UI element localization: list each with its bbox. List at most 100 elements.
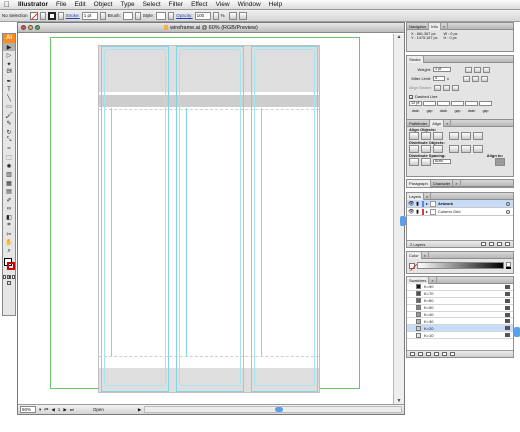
free-transform-tool-icon[interactable]: ⬚ <box>3 154 15 162</box>
delete-swatch-icon[interactable] <box>450 352 455 356</box>
horizontal-scrollbar[interactable] <box>144 406 402 413</box>
color-ramp[interactable] <box>417 262 504 269</box>
magic-wand-tool-icon[interactable]: ✦ <box>3 60 15 68</box>
gap-field-2[interactable] <box>451 101 464 106</box>
brush-field[interactable] <box>122 11 133 20</box>
swatch-row[interactable]: K=10 <box>407 332 513 340</box>
tab-info[interactable]: Info <box>429 22 441 30</box>
scale-tool-icon[interactable]: ⤡ <box>3 137 15 145</box>
scissors-tool-icon[interactable]: ✂ <box>3 230 15 238</box>
weight-field[interactable]: 1 pt <box>433 67 451 72</box>
info-panel-close-icon[interactable]: × <box>441 22 449 30</box>
gap-field-3[interactable] <box>479 101 492 106</box>
stroke-weight-field[interactable]: 1 pt <box>81 11 98 20</box>
type-tool-icon[interactable]: T <box>3 86 15 94</box>
document-setup-icon[interactable] <box>238 11 247 20</box>
eyedropper-tool-icon[interactable]: ✐ <box>3 196 15 204</box>
show-swatch-kinds-icon[interactable] <box>418 352 423 356</box>
style-dropdown[interactable] <box>168 11 175 20</box>
live-paint-tool-icon[interactable]: ◧ <box>3 213 15 221</box>
screen-mode-icon[interactable] <box>7 281 11 285</box>
spacing-field[interactable]: Auto <box>433 159 451 164</box>
color-panel-close-icon[interactable]: × <box>422 251 429 259</box>
last-page-icon[interactable]: ⏭ <box>70 407 74 412</box>
gradient-tool-icon[interactable]: ▤ <box>3 188 15 196</box>
layers-panel-close-icon[interactable]: × <box>424 192 432 200</box>
swatch-row[interactable]: K=20 <box>407 325 513 333</box>
dash-field-2[interactable] <box>437 101 450 106</box>
swatch-row[interactable]: K=40 <box>407 311 513 319</box>
tab-pathfinder[interactable]: Pathfinder <box>407 119 431 127</box>
symbol-sprayer-tool-icon[interactable]: ✺ <box>3 162 15 170</box>
rotate-tool-icon[interactable]: ↻ <box>3 128 15 136</box>
lock-toggle-icon[interactable]: ▮ <box>415 209 420 215</box>
tab-paragraph[interactable]: Paragraph <box>407 179 431 187</box>
line-tool-icon[interactable]: ╲ <box>3 94 15 102</box>
selection-tool-icon[interactable]: ▶ <box>3 43 15 51</box>
paintbrush-tool-icon[interactable]: 🖌 <box>3 111 15 119</box>
tab-align[interactable]: Align <box>430 119 445 127</box>
direct-selection-tool-icon[interactable]: ▷ <box>3 52 15 60</box>
swatch-row[interactable]: K=70 <box>407 290 513 298</box>
apple-menu-icon[interactable]:  <box>0 0 14 10</box>
fill-swatch[interactable] <box>29 11 38 20</box>
align-right-button[interactable] <box>433 131 443 140</box>
visibility-eye-icon[interactable]: 👁 <box>408 201 414 207</box>
menu-effect[interactable]: Effect <box>187 0 212 10</box>
layer-row[interactable]: 👁 ▮ ▸ Column Grid <box>407 208 513 216</box>
align-bottom-button[interactable] <box>473 131 483 140</box>
canvas[interactable] <box>18 34 394 405</box>
dist-right-button[interactable] <box>473 144 483 153</box>
expand-triangle-icon[interactable]: ▸ <box>426 209 428 214</box>
dist-bottom-button[interactable] <box>433 144 443 153</box>
align-hcenter-button[interactable] <box>421 131 431 140</box>
warp-tool-icon[interactable]: ≈ <box>3 145 15 153</box>
document-titlebar[interactable]: wireframe.ai @ 60% (RGB/Preview) <box>18 23 404 33</box>
new-layer-icon[interactable] <box>497 242 502 246</box>
pencil-tool-icon[interactable]: ✎ <box>3 120 15 128</box>
align-vcenter-button[interactable] <box>461 131 471 140</box>
tab-character[interactable]: Character <box>431 179 454 187</box>
zoom-dropdown-icon[interactable]: ▾ <box>39 407 41 413</box>
dock-collapse-handle[interactable] <box>514 327 520 337</box>
recolor-icon[interactable] <box>228 11 237 20</box>
column-graph-tool-icon[interactable]: ▥ <box>3 171 15 179</box>
fill-dropdown[interactable] <box>39 11 46 20</box>
align-top-button[interactable] <box>449 131 459 140</box>
make-clipping-mask-icon[interactable] <box>481 242 486 246</box>
swatches-panel-close-icon[interactable]: × <box>429 276 437 284</box>
layer-name[interactable]: Artwork <box>438 201 453 206</box>
pen-tool-icon[interactable]: ✒ <box>3 77 15 85</box>
stroke-link[interactable]: Stroke: <box>66 13 80 18</box>
paragraph-panel-close-icon[interactable]: × <box>453 179 461 187</box>
page-number[interactable]: 1 <box>58 407 61 412</box>
tab-layers[interactable]: Layers <box>407 192 425 200</box>
menu-filter[interactable]: Filter <box>165 0 187 10</box>
gradient-mode-icon[interactable] <box>7 275 11 279</box>
hand-tool-icon[interactable]: ✋ <box>3 239 15 247</box>
opacity-field[interactable]: 100 <box>194 11 211 20</box>
dist-hspace-button[interactable] <box>421 157 431 166</box>
dist-left-button[interactable] <box>449 144 459 153</box>
zoom-field[interactable]: 60% <box>20 406 36 413</box>
align-panel-close-icon[interactable]: × <box>444 119 452 127</box>
layer-row[interactable]: 👁 ▮ ▸ Artwork <box>407 200 513 208</box>
cap-butt-button[interactable] <box>465 66 472 73</box>
dist-vcenter-button[interactable] <box>421 144 431 153</box>
align-outside-button[interactable] <box>451 84 459 91</box>
menu-view[interactable]: View <box>212 0 234 10</box>
dist-hcenter-button[interactable] <box>461 144 471 153</box>
miter-field[interactable]: 4 <box>433 76 445 81</box>
scroll-up-icon[interactable]: ▲ <box>395 34 403 41</box>
tab-navigator[interactable]: Navigator <box>407 22 430 30</box>
none-swatch-icon[interactable] <box>409 262 415 269</box>
layer-name[interactable]: Column Grid <box>438 209 460 214</box>
layer-target-icon[interactable] <box>506 201 510 206</box>
gap-field-1[interactable] <box>423 101 436 106</box>
delete-layer-icon[interactable] <box>505 242 510 246</box>
align-center-button[interactable] <box>433 84 441 91</box>
join-miter-button[interactable] <box>463 75 470 82</box>
none-mode-icon[interactable] <box>11 275 15 279</box>
tab-stroke[interactable]: Stroke <box>407 55 424 63</box>
cap-round-button[interactable] <box>474 66 481 73</box>
